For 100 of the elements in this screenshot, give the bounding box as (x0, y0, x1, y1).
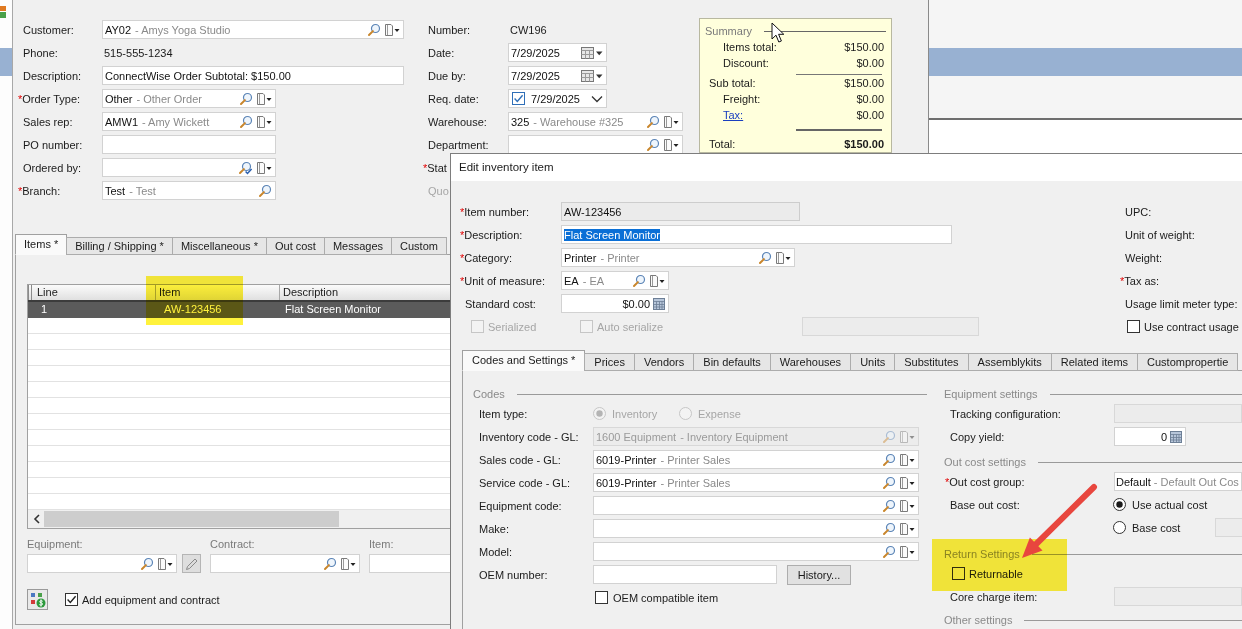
tab[interactable]: Messages (323, 237, 393, 255)
lookup-field[interactable]: Printer - Printer (561, 248, 795, 267)
number-field[interactable]: $0.00 (561, 294, 669, 313)
field-label: Equipment: (27, 537, 84, 551)
lookup-field[interactable]: 6019-Printer - Printer Sales (593, 450, 919, 469)
checkbox[interactable] (512, 92, 525, 105)
flag-dropdown-icon[interactable] (899, 452, 915, 467)
tab[interactable]: Warehouses (769, 353, 852, 371)
flag-dropdown-icon[interactable] (663, 137, 679, 152)
checkbox-label: Returnable (969, 567, 1023, 580)
lookup-field[interactable]: EA - EA (561, 271, 669, 290)
flag-dropdown-icon[interactable] (256, 91, 272, 106)
checkbox[interactable] (1127, 320, 1140, 333)
flag-dropdown-icon[interactable] (663, 114, 679, 129)
calendar-dropdown-icon[interactable] (581, 45, 603, 60)
checkbox[interactable] (595, 591, 608, 604)
calculator-icon[interactable] (1170, 430, 1182, 443)
lookup-field[interactable]: 325 - Warehouse #325 (508, 112, 683, 131)
search-icon[interactable] (758, 250, 772, 265)
flag-dropdown-icon[interactable] (899, 521, 915, 536)
lookup-field[interactable]: Test - Test (102, 181, 276, 200)
checkbox[interactable] (65, 593, 78, 606)
radio-button[interactable] (1113, 521, 1126, 534)
edit-button[interactable] (182, 554, 201, 573)
checkbox[interactable] (952, 567, 965, 580)
tab[interactable]: Codes and Settings * (462, 350, 586, 371)
flag-dropdown-icon[interactable] (775, 250, 791, 265)
tab[interactable]: Units (850, 353, 896, 371)
tab[interactable]: Bin defaults (693, 353, 771, 371)
tab[interactable]: Custom (391, 237, 447, 255)
flag-dropdown-icon[interactable] (899, 544, 915, 559)
equipment-button[interactable] (27, 589, 48, 610)
flag-dropdown-icon[interactable] (256, 160, 272, 175)
flag-dropdown-icon[interactable] (340, 556, 356, 571)
input-field[interactable] (102, 135, 276, 154)
summary-link[interactable]: Tax: (723, 109, 744, 121)
field-label: Item: (369, 537, 395, 551)
number-field[interactable]: 0 (1114, 427, 1186, 446)
section-title: Codes (473, 388, 505, 400)
lookup-field[interactable] (593, 519, 919, 538)
flag-dropdown-icon[interactable] (899, 475, 915, 490)
lookup-field[interactable]: 6019-Printer - Printer Sales (593, 473, 919, 492)
summary-label: Discount: (723, 57, 769, 69)
flag-dropdown-icon[interactable] (256, 114, 272, 129)
history-button[interactable]: History... (787, 564, 851, 585)
date-field[interactable]: 7/29/2025 (508, 43, 607, 62)
input-field[interactable] (369, 554, 451, 573)
lookup-field[interactable] (593, 496, 919, 515)
field-label: Base out cost: (949, 497, 1020, 512)
lookup-field[interactable]: AMW1 - Amy Wickett (102, 112, 276, 131)
lookup-field[interactable]: Other - Other Order (102, 89, 276, 108)
input-field[interactable] (593, 565, 777, 584)
field-label: Usage limit meter type: (1125, 296, 1238, 311)
tab[interactable]: Related items (1050, 353, 1139, 371)
highlighted-row (0, 48, 12, 76)
tab[interactable]: Items * (15, 234, 68, 255)
date-field[interactable]: 7/29/2025 (508, 66, 607, 85)
radio-button[interactable] (1113, 498, 1126, 511)
tab[interactable]: Billing / Shipping * (66, 237, 173, 255)
summary-value: $0.00 (856, 57, 884, 69)
tab[interactable]: Substitutes (894, 353, 969, 371)
flag-dropdown-icon[interactable] (157, 556, 173, 571)
checkbox-label: Auto serialize (597, 320, 664, 333)
date-field[interactable]: 7/29/2025 (508, 89, 607, 108)
scrollbar-thumb[interactable] (44, 511, 339, 527)
flag-dropdown-icon[interactable] (649, 273, 665, 288)
flag-dropdown-icon[interactable] (899, 498, 915, 513)
lookup-field[interactable] (27, 554, 177, 573)
horizontal-scrollbar[interactable] (28, 510, 451, 528)
scroll-left-icon[interactable] (33, 514, 41, 524)
field-label: *Category: (460, 250, 512, 265)
lookup-field[interactable] (593, 542, 919, 561)
section-title: Equipment settings (944, 388, 1038, 400)
input-field[interactable]: Flat Screen Monitor (561, 225, 952, 244)
summary-value: $150.00 (844, 41, 884, 53)
lookup-field[interactable]: AY02 - Amys Yoga Studio (102, 20, 404, 39)
calendar-dropdown-icon[interactable] (581, 68, 603, 83)
tab[interactable]: Prices (584, 353, 635, 371)
lookup-field[interactable] (210, 554, 360, 573)
radio-label: Expense (698, 407, 741, 420)
table-cell-text: AW-123456 (163, 302, 223, 317)
field-label: Copy yield: (949, 429, 1005, 444)
calculator-icon[interactable] (653, 297, 665, 310)
chevron-down-icon[interactable] (591, 94, 603, 103)
lookup-field[interactable] (102, 158, 276, 177)
tab[interactable]: Out cost (265, 237, 325, 255)
tab[interactable]: Vendors (633, 353, 695, 371)
radio-label: Base cost (1132, 521, 1181, 534)
tab[interactable]: Assemblykits (967, 353, 1052, 371)
search-icon[interactable] (258, 183, 272, 198)
input-field[interactable]: Default - Default Out Cos (1114, 472, 1242, 491)
tab[interactable]: Custompropertie (1137, 353, 1239, 371)
input-field[interactable]: AW-123456 (561, 202, 800, 221)
tab[interactable]: Miscellaneous * (171, 237, 267, 255)
input-field[interactable]: ConnectWise Order Subtotal: $150.00 (102, 66, 404, 85)
flag-dropdown-icon[interactable] (384, 22, 400, 37)
field-label: Department: (428, 137, 489, 152)
field-label: Item type: (478, 406, 528, 421)
field-label: UPC: (1125, 204, 1152, 219)
search-check-icon[interactable] (238, 160, 253, 175)
